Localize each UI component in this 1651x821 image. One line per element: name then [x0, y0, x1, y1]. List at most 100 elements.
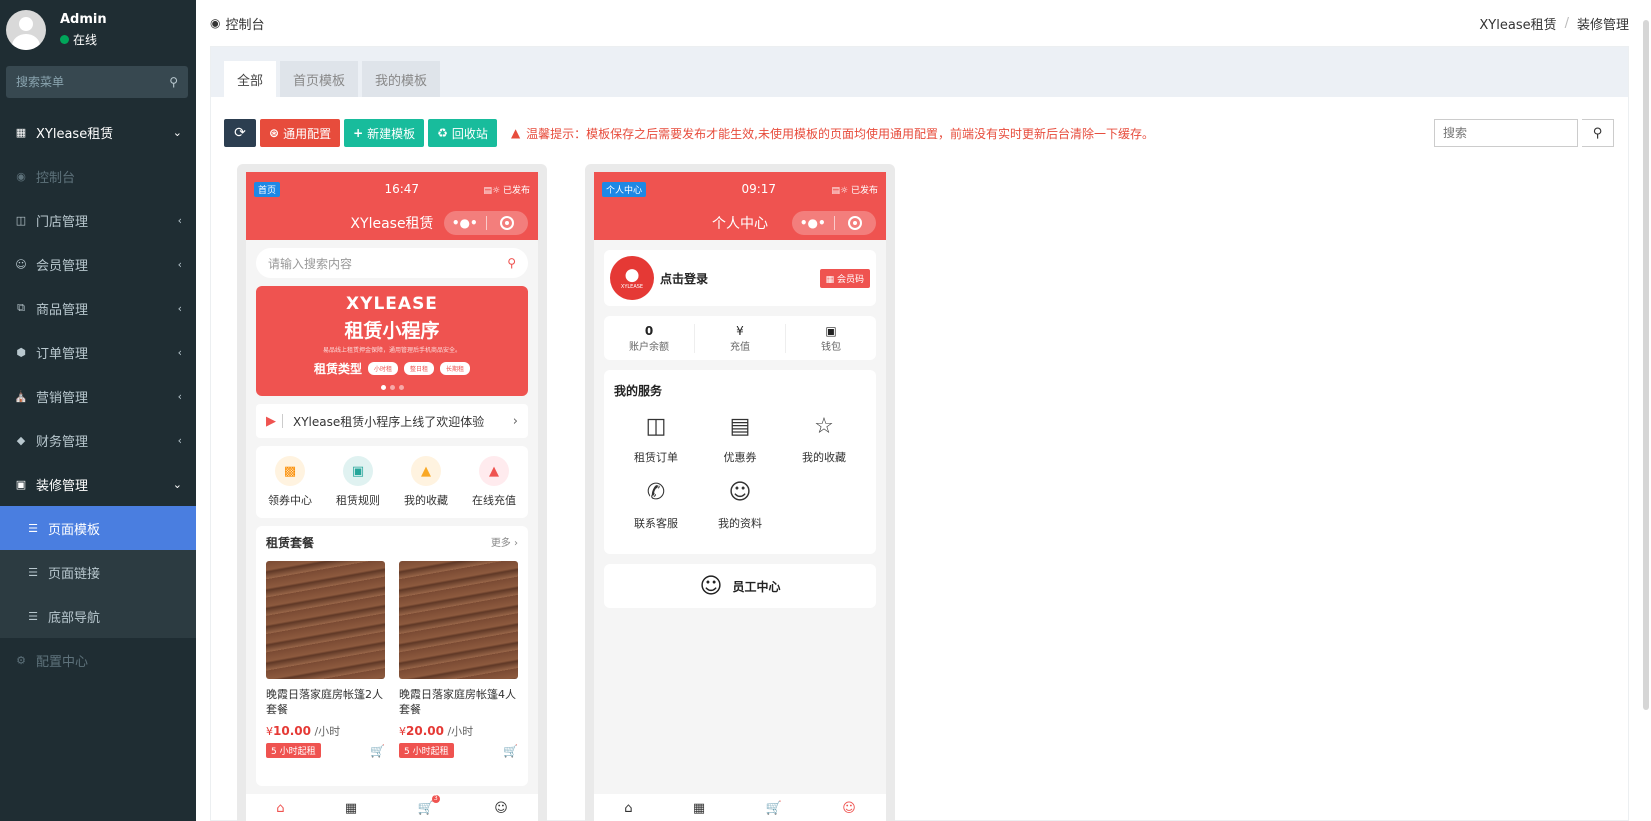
avatar[interactable] [6, 10, 46, 50]
stat-balance-value: 0 [644, 323, 654, 338]
recharge-icon: ▲ [479, 456, 509, 486]
cart-tab-icon: 🛒 3 [418, 794, 440, 816]
services-grid: ◫ 租赁订单 ▤ 优惠券 ☆ 我的收藏 ✆ 联系客服 ☺ 我的资料 [614, 413, 866, 531]
sidebar-root-xylease[interactable]: ▦ XYlease租赁 ⌄ [0, 110, 196, 154]
banner-pill: 小时租 [367, 362, 398, 375]
more-dots-icon: •●• [451, 216, 478, 230]
online-status-icon [60, 35, 69, 44]
sidebar-subitem-page-template[interactable]: ☰ 页面模板 [0, 506, 196, 550]
tab-all[interactable]: 全部 [224, 61, 277, 97]
template-search-input[interactable] [1434, 119, 1578, 147]
list-icon: ☰ [28, 565, 38, 579]
sidebar-item-store[interactable]: ◫ 门店管理 ‹ [0, 198, 196, 242]
quick-item-label: 租赁规则 [336, 494, 380, 507]
sidebar-item-goods[interactable]: ⧉ 商品管理 ‹ [0, 286, 196, 330]
stat-recharge: ¥ 充值 [695, 323, 786, 353]
home-template-card[interactable]: 首页 16:47 ▤☼ 已发布 XYlease租赁 •●• 请输入搜索内容 ⚲ … [237, 164, 547, 821]
cart-tab-icon: 🛒 [765, 800, 782, 816]
sidebar-item-marketing[interactable]: ⛪ 营销管理 ‹ [0, 374, 196, 418]
sidebar-item-label: 控制台 [36, 170, 76, 186]
center-status-icons: ▤☼ 已发布 [832, 183, 878, 196]
home-status-icons: ▤☼ 已发布 [484, 183, 530, 196]
sidebar-subitem-label: 底部导航 [48, 610, 101, 626]
package-image [399, 561, 518, 679]
search-icon[interactable]: ⚲ [169, 75, 178, 89]
mini-program-capsule: •●• [444, 211, 528, 235]
personal-center-template-card[interactable]: 个人中心 09:17 ▤☼ 已发布 个人中心 •●• ● XYLEASE 点击登… [585, 164, 895, 821]
service-label: 优惠券 [723, 451, 757, 464]
center-phone-header: 个人中心 09:17 ▤☼ 已发布 个人中心 •●• [594, 172, 886, 240]
login-card: ● XYLEASE 点击登录 ▦ 会员码 [604, 250, 876, 306]
center-nav-row: 个人中心 •●• [594, 206, 886, 240]
warning-icon: ▲ [510, 126, 521, 140]
chevron-down-icon: ⌄ [172, 477, 182, 491]
recycle-icon: ♻ [437, 126, 448, 140]
page-title: ◉ 控制台 [210, 14, 265, 33]
package-name: 晚霞日落家庭房帐篷4人套餐 [399, 688, 516, 716]
packages-header: 租赁套餐 更多 › [266, 534, 518, 551]
banner-pill: 整日租 [404, 362, 435, 375]
banner-type-label: 租赁类型 [313, 362, 362, 376]
service-label: 联系客服 [634, 517, 678, 530]
close-circle-icon [835, 216, 877, 230]
chevron-right-icon: › [512, 413, 518, 429]
main-content: ◉ 控制台 XYlease租赁 / 装修管理 全部 首页模板 我的模板 ⟳ ⊛ … [196, 0, 1651, 821]
home-clock: 16:47 [384, 182, 420, 196]
content-panel: 全部 首页模板 我的模板 ⟳ ⊛ 通用配置 + 新建模板 ♻ 回收站 ▲ 温馨提… [210, 46, 1629, 821]
grid-icon: ▦ [15, 125, 27, 139]
sidebar-item-label: 门店管理 [36, 214, 89, 230]
home-tab-icon: ⌂ [624, 800, 633, 816]
packages-more: 更多 › [491, 534, 518, 551]
new-template-button[interactable]: + 新建模板 [344, 119, 425, 147]
quick-item-label: 我的收藏 [404, 494, 448, 507]
wallet-icon: ▣ [825, 323, 837, 338]
config-icon: ⊛ [269, 126, 280, 140]
quick-item-recharge: ▲ 在线充值 [472, 456, 516, 508]
dashboard-icon: ◉ [210, 16, 221, 30]
home-page-tag: 首页 [254, 181, 281, 197]
refresh-button[interactable]: ⟳ [224, 119, 256, 147]
sidebar-item-label: 配置中心 [36, 654, 89, 670]
home-tabbar: ⌂ ▦ 🛒 3 ☺ [246, 794, 538, 821]
diamond-icon: ◆ [16, 433, 26, 447]
center-phone-screen: 个人中心 09:17 ▤☼ 已发布 个人中心 •●• ● XYLEASE 点击登… [594, 172, 886, 821]
cart-icon: 🛒 [503, 743, 518, 758]
template-search-button[interactable]: ⚲ [1582, 119, 1614, 147]
sidebar-item-finance[interactable]: ◆ 财务管理 ‹ [0, 418, 196, 462]
general-config-button[interactable]: ⊛ 通用配置 [260, 119, 341, 147]
package-image [266, 561, 385, 679]
quick-item-coupons: ▩ 领券中心 [268, 456, 312, 508]
sidebar-subitem-bottom-nav[interactable]: ☰ 底部导航 [0, 594, 196, 638]
tab-home-templates[interactable]: 首页模板 [280, 61, 359, 97]
home-tab-icon: ⌂ [276, 800, 285, 816]
sidebar-subitem-label: 页面模板 [48, 522, 101, 538]
sidebar-item-config[interactable]: ⚙ 配置中心 [0, 638, 196, 682]
sidebar-item-member[interactable]: ☺ 会员管理 ‹ [0, 242, 196, 286]
packages-title: 租赁套餐 [266, 536, 315, 550]
menu-search-input[interactable] [16, 75, 170, 89]
page-scrollbar[interactable] [1643, 20, 1649, 710]
center-tabbar: ⌂ ▦ 🛒 ☺ [594, 794, 886, 821]
stat-balance-label: 账户余额 [629, 341, 669, 353]
sidebar-item-label: 营销管理 [36, 390, 89, 406]
recycle-bin-button[interactable]: ♻ 回收站 [428, 119, 497, 147]
profile-tab-icon: ☺ [842, 800, 856, 816]
tab-my-templates[interactable]: 我的模板 [362, 61, 441, 97]
sidebar-item-dashboard[interactable]: ◉ 控制台 [0, 154, 196, 198]
stat-wallet: ▣ 钱包 [786, 324, 876, 353]
quick-item-favorites: ▲ 我的收藏 [404, 456, 448, 508]
sidebar-item-decoration[interactable]: ▣ 装修管理 ⌄ [0, 462, 196, 506]
package-card: 晚霞日落家庭房帐篷4人套餐 ¥20.00 /小时 5 小时起租 🛒 [399, 561, 518, 758]
breadcrumb-item-root[interactable]: XYlease租赁 [1479, 14, 1556, 33]
warning-tip-text: 温馨提示：模板保存之后需要发布才能生效,未使用模板的页面均使用通用配置，前端没有… [526, 126, 1154, 141]
decoration-submenu: ☰ 页面模板 ☰ 页面链接 ☰ 底部导航 [0, 506, 196, 638]
warning-tip: ▲ 温馨提示：模板保存之后需要发布才能生效,未使用模板的页面均使用通用配置，前端… [511, 125, 1154, 142]
general-config-label: 通用配置 [283, 126, 332, 141]
stat-recharge-label: 充值 [730, 341, 750, 353]
sidebar-item-order[interactable]: ⬢ 订单管理 ‹ [0, 330, 196, 374]
member-code-label: 会员码 [836, 274, 864, 285]
service-coupons: ▤ 优惠券 [698, 413, 782, 465]
center-clock: 09:17 [741, 182, 777, 196]
sidebar-subitem-page-link[interactable]: ☰ 页面链接 [0, 550, 196, 594]
cart-icon: 🛒 [370, 743, 385, 758]
